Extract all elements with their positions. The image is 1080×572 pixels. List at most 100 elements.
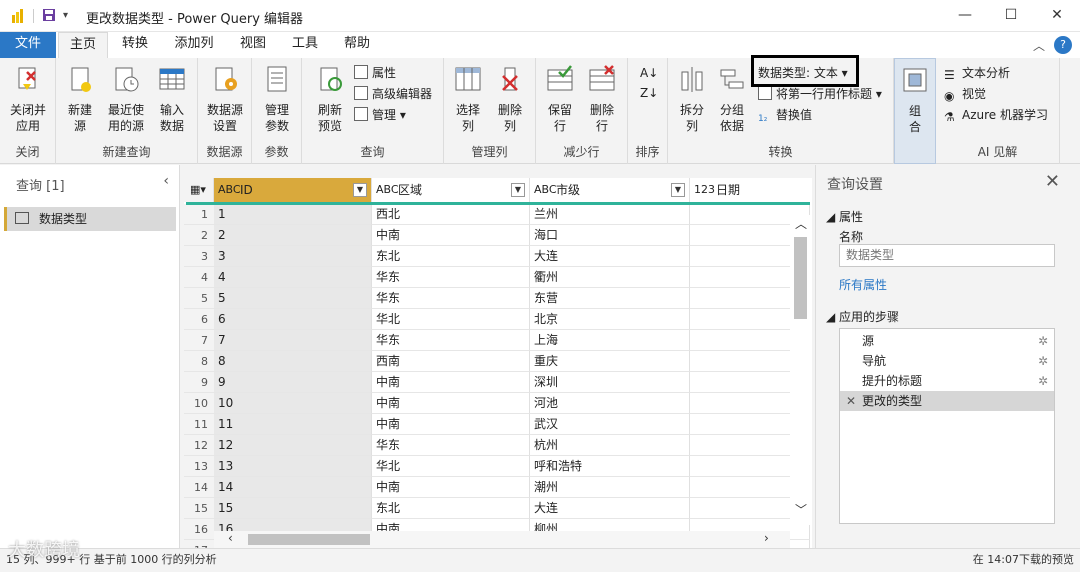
table-cell[interactable]: 武汉 [530,414,690,435]
gear-icon[interactable]: ✲ [1038,351,1048,371]
step-navigation[interactable]: 导航 ✲ [840,351,1054,371]
table-cell[interactable]: 14 [214,477,372,498]
table-row[interactable]: 12 12 华东 杭州 [184,435,810,456]
table-cell[interactable]: 华东 [372,288,530,309]
vertical-scrollbar[interactable]: ︿ ﹀ [790,215,810,525]
horizontal-scrollbar[interactable]: ‹ › [214,531,790,548]
remove-rows-button[interactable]: 删除 行 [582,62,622,134]
scroll-right-icon[interactable]: › [764,531,769,545]
all-properties-link[interactable]: 所有属性 [839,276,887,293]
table-cell[interactable]: 11 [214,414,372,435]
properties-section[interactable]: ◢ 属性 [826,208,863,225]
column-header-city[interactable]: ABC 市级 ▼ [530,178,690,202]
vision-button[interactable]: ◉ 视觉 [944,85,986,103]
choose-columns-button[interactable]: 选择 列 [448,62,488,134]
table-cell[interactable]: 15 [214,498,372,519]
table-cell[interactable]: 衢州 [530,267,690,288]
table-row[interactable]: 14 14 中南 潮州 [184,477,810,498]
table-row[interactable]: 10 10 中南 河池 [184,393,810,414]
table-cell[interactable]: 大连 [530,246,690,267]
tab-file[interactable]: 文件 [0,32,56,58]
table-row[interactable]: 7 7 华东 上海 [184,330,810,351]
column-header-id[interactable]: ABC ID ▼ [214,178,372,202]
save-icon[interactable] [42,8,56,22]
close-icon[interactable]: ✕ [1045,171,1060,192]
group-by-button[interactable]: 分组 依据 [712,62,752,134]
table-row[interactable]: 1 1 西北 兰州 [184,204,810,225]
table-cell[interactable]: 9 [214,372,372,393]
table-row[interactable]: 3 3 东北 大连 [184,246,810,267]
table-cell[interactable]: 13 [214,456,372,477]
refresh-preview-button[interactable]: 刷新 预览 [308,62,352,134]
filter-dropdown-icon[interactable]: ▼ [671,183,685,197]
minimize-button[interactable]: — [942,0,988,32]
table-cell[interactable]: 深圳 [530,372,690,393]
gear-icon[interactable]: ✲ [1038,371,1048,391]
gear-icon[interactable]: ✲ [1038,331,1048,351]
tab-view[interactable]: 视图 [230,32,276,58]
table-cell[interactable]: 6 [214,309,372,330]
tab-help[interactable]: 帮助 [334,32,380,58]
table-row[interactable]: 13 13 华北 呼和浩特 [184,456,810,477]
properties-button[interactable]: 属性 [354,64,396,82]
scroll-up-icon[interactable]: ︿ [795,215,807,232]
scroll-thumb[interactable] [248,534,370,545]
advanced-editor-button[interactable]: 高级编辑器 [354,85,432,103]
table-cell[interactable]: 西南 [372,351,530,372]
combine-button[interactable]: 组 合 [899,63,931,135]
table-row[interactable]: 2 2 中南 海口 [184,225,810,246]
table-cell[interactable]: 华东 [372,330,530,351]
table-row[interactable]: 9 9 中南 深圳 [184,372,810,393]
table-cell[interactable]: 重庆 [530,351,690,372]
datasource-settings-button[interactable]: 数据源 设置 [202,62,248,134]
scroll-thumb[interactable] [794,237,807,319]
table-menu-icon[interactable]: ▦▾ [184,178,214,202]
table-cell[interactable]: 4 [214,267,372,288]
tab-add-column[interactable]: 添加列 [166,32,222,58]
table-cell[interactable]: 海口 [530,225,690,246]
scroll-left-icon[interactable]: ‹ [228,531,233,545]
table-cell[interactable]: 兰州 [530,204,690,225]
table-row[interactable]: 5 5 华东 东营 [184,288,810,309]
tab-transform[interactable]: 转换 [112,32,158,58]
collapse-pane-icon[interactable]: ‹ [163,173,169,189]
query-name-input[interactable]: 数据类型 [839,244,1055,267]
table-cell[interactable]: 中南 [372,414,530,435]
column-header-date[interactable]: 123 日期 [690,178,810,202]
azure-ml-button[interactable]: ⚗ Azure 机器学习 [944,106,1048,124]
table-cell[interactable]: 东北 [372,498,530,519]
remove-columns-button[interactable]: 删除 列 [490,62,530,134]
filter-dropdown-icon[interactable]: ▼ [353,183,367,197]
table-cell[interactable]: 潮州 [530,477,690,498]
tab-tools[interactable]: 工具 [282,32,328,58]
table-cell[interactable]: 中南 [372,225,530,246]
table-cell[interactable]: 华东 [372,267,530,288]
table-row[interactable]: 15 15 东北 大连 [184,498,810,519]
close-window-button[interactable]: ✕ [1034,0,1080,32]
use-first-row-headers-button[interactable]: 将第一行用作标题 ▾ [758,85,882,103]
column-header-region[interactable]: ABC 区域 ▼ [372,178,530,202]
sort-ascending-icon[interactable]: A↓ [640,64,658,82]
table-cell[interactable]: 7 [214,330,372,351]
table-cell[interactable]: 中南 [372,372,530,393]
step-promoted-headers[interactable]: 提升的标题 ✲ [840,371,1054,391]
table-cell[interactable]: 5 [214,288,372,309]
table-row[interactable]: 11 11 中南 武汉 [184,414,810,435]
table-cell[interactable]: 上海 [530,330,690,351]
table-cell[interactable]: 北京 [530,309,690,330]
table-row[interactable]: 6 6 华北 北京 [184,309,810,330]
help-icon[interactable]: ? [1054,36,1072,54]
table-cell[interactable]: 1 [214,204,372,225]
table-cell[interactable]: 西北 [372,204,530,225]
tab-home[interactable]: 主页 [58,32,108,58]
table-cell[interactable]: 中南 [372,393,530,414]
table-cell[interactable]: 华北 [372,456,530,477]
table-cell[interactable]: 3 [214,246,372,267]
table-cell[interactable]: 华东 [372,435,530,456]
filter-dropdown-icon[interactable]: ▼ [511,183,525,197]
delete-step-icon[interactable]: ✕ [846,391,856,411]
table-cell[interactable]: 华北 [372,309,530,330]
table-cell[interactable]: 杭州 [530,435,690,456]
table-cell[interactable]: 8 [214,351,372,372]
table-row[interactable]: 8 8 西南 重庆 [184,351,810,372]
